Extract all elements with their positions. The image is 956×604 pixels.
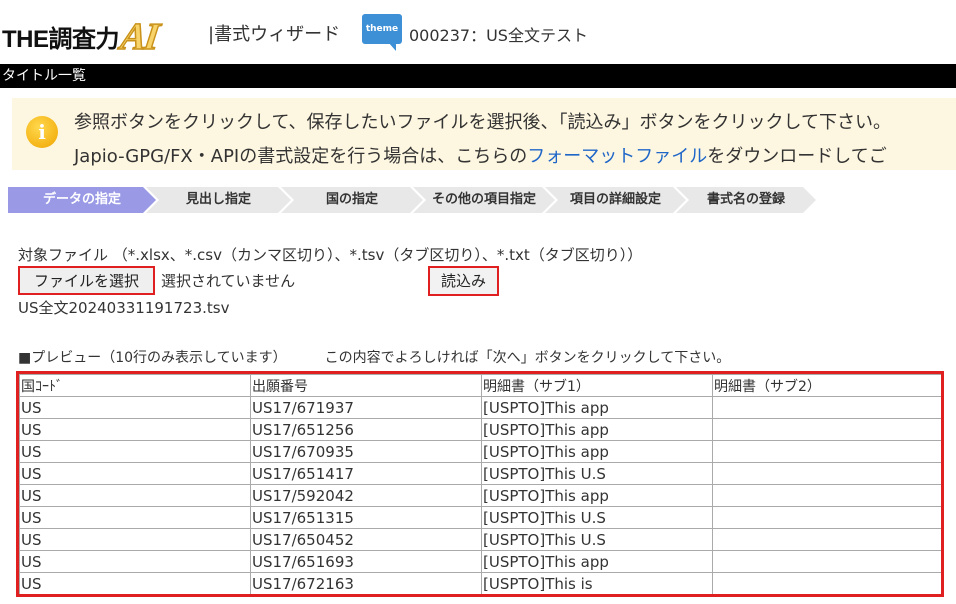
info-message-box: i 参照ボタンをクリックして、保存したいファイルを選択後、「読込み」ボタンをクリ… — [12, 98, 956, 170]
preview-title: ■プレビュー（10行のみ表示しています） — [18, 350, 287, 366]
table-row: US US17/651693 [USPTO]This app — [19, 550, 941, 573]
step-heading: 見出し指定 — [146, 187, 291, 213]
column-header: 国ｺｰﾄﾞ — [19, 374, 251, 397]
table-row: US US17/672163 [USPTO]This is — [19, 572, 941, 594]
step-format-name: 書式名の登録 — [676, 187, 816, 213]
table-cell: US17/592042 — [250, 484, 482, 507]
theme-icon: theme — [362, 14, 402, 52]
table-row: US US17/592042 [USPTO]This app — [19, 484, 941, 507]
table-cell — [712, 506, 941, 529]
info-line-2: Japio-GPG/FX・APIの書式設定を行う場合は、こちらのフォーマットファ… — [74, 142, 887, 168]
logo-text: THE調査力 — [2, 26, 120, 53]
logo-ai-mark: AI — [117, 15, 161, 59]
table-cell — [712, 462, 941, 485]
table-cell: US17/670935 — [250, 440, 482, 463]
load-button[interactable]: 読込み — [428, 266, 499, 296]
no-file-selected-text: 選択されていません — [161, 272, 296, 290]
wizard-title: |書式ウィザード — [208, 24, 341, 45]
selected-file-name: US全文20240331191723.tsv — [18, 299, 230, 317]
column-header: 明細書（サブ1） — [481, 374, 713, 397]
table-cell — [712, 550, 941, 573]
table-cell — [712, 572, 941, 594]
table-cell — [712, 440, 941, 463]
table-cell: US — [19, 418, 251, 441]
table-cell: US17/672163 — [250, 572, 482, 594]
table-cell: [USPTO]This app — [481, 418, 713, 441]
info-line-1: 参照ボタンをクリックして、保存したいファイルを選択後、「読込み」ボタンをクリック… — [74, 112, 892, 133]
table-cell: US — [19, 484, 251, 507]
table-cell: [USPTO]This U.S — [481, 506, 713, 529]
column-header: 出願番号 — [250, 374, 482, 397]
table-cell: US — [19, 528, 251, 551]
info-icon: i — [26, 116, 58, 148]
table-cell: US — [19, 506, 251, 529]
preview-table-container: 国ｺｰﾄﾞ 出願番号 明細書（サブ1） 明細書（サブ2） US US17/6719… — [16, 371, 944, 597]
table-cell: US17/650452 — [250, 528, 482, 551]
table-cell: US17/651693 — [250, 550, 482, 573]
step-item-details: 項目の詳細設定 — [545, 187, 686, 213]
theme-icon-tail — [388, 42, 396, 51]
table-cell: US — [19, 572, 251, 594]
info-line-2-suffix: をダウンロードしてご — [707, 146, 887, 167]
column-header: 明細書（サブ2） — [712, 374, 941, 397]
table-cell: [USPTO]This app — [481, 440, 713, 463]
table-cell: US17/651256 — [250, 418, 482, 441]
table-row: US US17/651417 [USPTO]This U.S — [19, 462, 941, 485]
table-cell — [712, 418, 941, 441]
table-cell: US — [19, 396, 251, 419]
table-cell: [USPTO]This app — [481, 484, 713, 507]
table-row: US US17/651315 [USPTO]This U.S — [19, 506, 941, 529]
table-row: US US17/670935 [USPTO]This app — [19, 440, 941, 463]
table-row: US US17/650452 [USPTO]This U.S — [19, 528, 941, 551]
title-list-bar[interactable]: タイトル一覧 — [0, 64, 956, 88]
table-cell — [712, 528, 941, 551]
preview-label: ■プレビュー（10行のみ表示しています） この内容でよろしければ「次へ」ボタンをク… — [18, 347, 730, 367]
wizard-steps: データの指定 見出し指定 国の指定 その他の項目指定 項目の詳細設定 書式名の登… — [8, 187, 956, 213]
table-cell: US — [19, 440, 251, 463]
theme-name: 000237：US全文テスト — [409, 26, 588, 45]
table-cell: US17/651315 — [250, 506, 482, 529]
table-row: US US17/671937 [USPTO]This app — [19, 396, 941, 419]
format-file-link[interactable]: フォーマットファイル — [527, 146, 707, 167]
step-country: 国の指定 — [281, 187, 423, 213]
choose-file-button[interactable]: ファイルを選択 — [18, 266, 155, 295]
header: THE調査力 AI |書式ウィザード theme 000237：US全文テスト — [0, 0, 956, 64]
table-cell: [USPTO]This U.S — [481, 528, 713, 551]
table-cell: US — [19, 462, 251, 485]
table-cell: US17/671937 — [250, 396, 482, 419]
file-types-label: 対象ファイル （*.xlsx、*.csv（カンマ区切り）、*.tsv（タブ区切り… — [18, 246, 643, 264]
app-logo[interactable]: THE調査力 AI — [2, 14, 161, 59]
table-cell: US17/651417 — [250, 462, 482, 485]
step-other-items: その他の項目指定 — [413, 187, 555, 213]
table-cell — [712, 396, 941, 419]
theme-icon-label: theme — [362, 14, 402, 44]
table-cell: [USPTO]This U.S — [481, 462, 713, 485]
table-cell: [USPTO]This is — [481, 572, 713, 594]
preview-message: この内容でよろしければ「次へ」ボタンをクリックして下さい。 — [324, 350, 731, 366]
table-cell: US — [19, 550, 251, 573]
table-cell: [USPTO]This app — [481, 550, 713, 573]
preview-table: 国ｺｰﾄﾞ 出願番号 明細書（サブ1） 明細書（サブ2） US US17/6719… — [19, 374, 941, 594]
info-line-2-prefix: Japio-GPG/FX・APIの書式設定を行う場合は、こちらの — [74, 146, 528, 167]
table-row: US US17/651256 [USPTO]This app — [19, 418, 941, 441]
table-cell — [712, 484, 941, 507]
table-header-row: 国ｺｰﾄﾞ 出願番号 明細書（サブ1） 明細書（サブ2） — [19, 374, 941, 397]
step-data-selection: データの指定 — [8, 187, 156, 213]
table-cell: [USPTO]This app — [481, 396, 713, 419]
